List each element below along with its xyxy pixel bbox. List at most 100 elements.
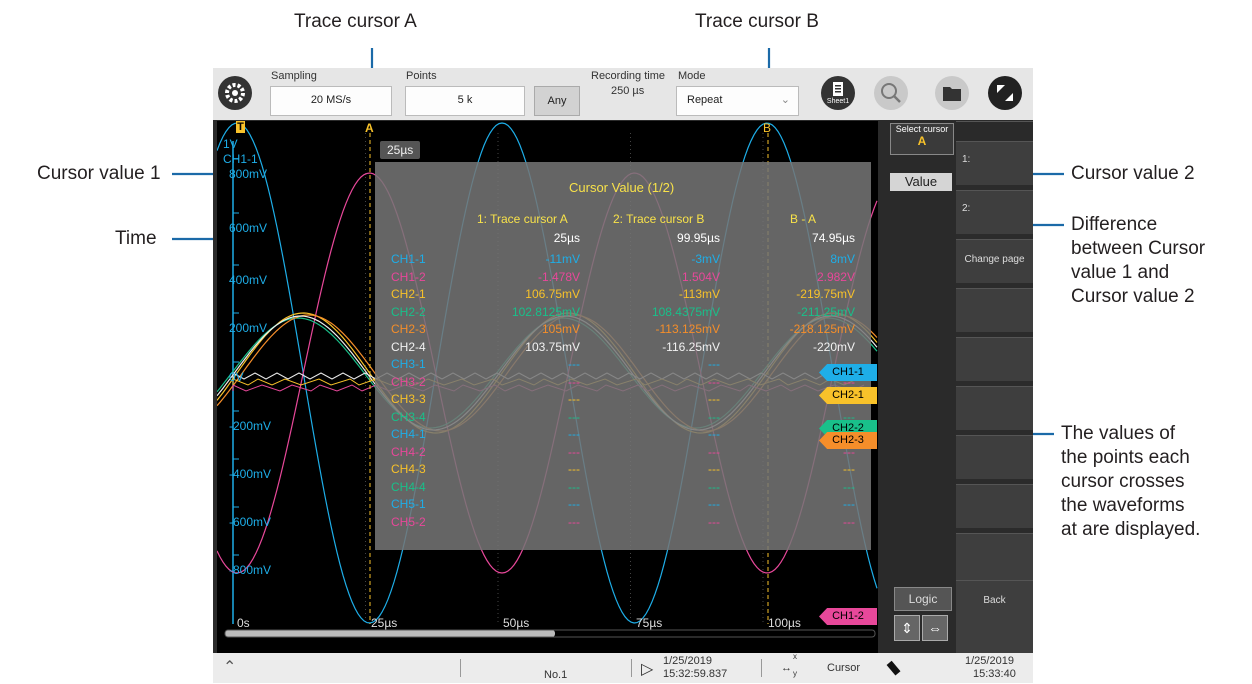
y-label: -400mV — [229, 467, 272, 481]
channel-tag[interactable]: CH1-1 — [819, 364, 877, 381]
select-cursor-value: A — [917, 134, 927, 148]
row-value-b: --- — [708, 444, 720, 459]
folder-icon — [943, 87, 961, 101]
time-annotation: Time — [115, 228, 157, 249]
trace-cursor-b-annotation: Trace cursor B — [695, 11, 819, 32]
col-header-diff: B - A — [790, 212, 817, 226]
row-value-diff: -211.25mV — [797, 304, 855, 319]
trigger-time: 15:32:59.837 — [663, 668, 728, 680]
row-channel: CH4-3 — [391, 462, 426, 476]
logic-button[interactable]: Logic — [894, 587, 952, 611]
row-channel: CH2-1 — [391, 287, 426, 301]
points-field[interactable]: 5 k — [405, 86, 525, 116]
row-channel: CH5-2 — [391, 514, 426, 529]
row-value-a: --- — [568, 444, 580, 459]
channel-tag[interactable]: CH1-2 — [819, 608, 877, 625]
change-page-button[interactable]: Change page — [956, 239, 1033, 283]
fkey-4[interactable] — [956, 288, 1033, 332]
x-label: 75µs — [636, 616, 663, 630]
expand-button[interactable] — [988, 76, 1022, 110]
recording-time-value: 250 µs — [611, 85, 645, 97]
row-value-b: -3mV — [691, 252, 720, 266]
cursor-a-marker[interactable]: A — [365, 121, 374, 135]
channel-tag[interactable]: CH2-3 — [819, 432, 877, 449]
row-channel: CH2-4 — [391, 339, 426, 354]
y-label: 400mV — [229, 273, 268, 287]
row-value-a: --- — [568, 462, 580, 476]
row-channel: CH3-4 — [391, 409, 426, 424]
row-value-a: --- — [568, 409, 580, 424]
expand-icon — [997, 85, 1013, 101]
settings-button[interactable] — [218, 76, 252, 110]
row-value-b: --- — [708, 427, 720, 441]
row-value-diff: -219.75mV — [796, 287, 855, 301]
col-header-b: 2: Trace cursor B — [613, 212, 705, 226]
back-button[interactable]: Back — [956, 580, 1033, 653]
mode-select[interactable]: Repeat ⌄ — [676, 86, 799, 116]
divider — [761, 659, 762, 677]
sheet-label: Sheet1 — [826, 98, 850, 105]
toolbar: Sampling 20 MS/s Points 5 k Any Recordin… — [213, 68, 1033, 120]
time-b: 99.95µs — [677, 231, 720, 245]
fkey-6[interactable] — [956, 386, 1033, 430]
col-header-a: 1: Trace cursor A — [477, 212, 568, 226]
vertical-zoom-button[interactable]: ⇕ — [894, 615, 920, 641]
any-button[interactable]: Any — [534, 86, 580, 116]
fkey-5[interactable] — [956, 337, 1033, 381]
sheet-button[interactable]: Sheet1 — [821, 76, 855, 110]
row-value-b: --- — [708, 357, 720, 371]
fkey-spacer — [956, 121, 1033, 141]
fkey-9[interactable] — [956, 533, 1033, 580]
row-value-diff: --- — [843, 497, 855, 511]
cursor-b-marker[interactable]: B — [763, 121, 771, 135]
row-channel: CH4-1 — [391, 427, 426, 441]
cursor-value-2-annotation: Cursor value 2 — [1071, 163, 1195, 184]
row-value-b: --- — [708, 479, 720, 494]
x-label: 100µs — [768, 616, 801, 630]
row-value-diff: --- — [843, 479, 855, 494]
waveform-screen[interactable]: T A B 25µs 1V CH1-1 800mV 600mV 400mV 20… — [217, 121, 879, 653]
difference-annotation: Difference between Cursor value 1 and Curs… — [1071, 214, 1206, 307]
value-button[interactable]: Value — [890, 173, 952, 191]
cursor-mode-label[interactable]: Cursor — [827, 662, 860, 674]
fkey-2[interactable]: 2: — [956, 190, 1033, 234]
y-label: -600mV — [229, 515, 272, 529]
row-value-diff: 2.982V — [816, 269, 855, 284]
row-value-b: 108.4375mV — [651, 304, 720, 319]
horizontal-arrows-icon: ⇔ — [928, 620, 942, 636]
sampling-field[interactable]: 20 MS/s — [270, 86, 392, 116]
gear-icon — [225, 83, 245, 103]
fkey-7[interactable] — [956, 435, 1033, 479]
chevron-up-icon[interactable]: ⌃ — [223, 657, 236, 677]
trace-cursor-a-annotation: Trace cursor A — [294, 11, 417, 32]
y-label: -800mV — [229, 563, 272, 577]
row-value-a: --- — [568, 427, 580, 441]
channel-tag[interactable]: CH2-1 — [819, 387, 877, 404]
select-cursor-label: Select cursor — [895, 124, 949, 134]
fkey-8[interactable] — [956, 484, 1033, 528]
side-panel: Select cursor A Value Logic ⇕ ⇔ — [878, 121, 956, 653]
row-channel: CH4-4 — [391, 479, 426, 494]
row-value-diff: -220mV — [812, 339, 855, 354]
row-value-b: --- — [708, 462, 720, 476]
select-cursor-button[interactable]: Select cursor A — [890, 123, 954, 155]
search-button[interactable] — [874, 76, 908, 110]
fkey-1[interactable]: 1: — [956, 141, 1033, 185]
x-label: 0s — [237, 616, 250, 630]
horizontal-zoom-button[interactable]: ⇔ — [922, 615, 948, 641]
row-value-a: --- — [568, 392, 580, 406]
divider — [460, 659, 461, 677]
row-value-b: -116.25mV — [662, 339, 720, 354]
y-label: 0V — [229, 370, 244, 384]
row-value-b: --- — [708, 514, 720, 529]
row-value-a: --- — [568, 374, 580, 389]
clock-time: 15:33:40 — [973, 668, 1016, 680]
status-bar: ⌃ No.1 ▷ 1/25/2019 15:32:59.837 x y ↔ Cu… — [213, 652, 1033, 683]
row-value-b: --- — [708, 497, 720, 511]
folder-button[interactable] — [935, 76, 969, 110]
mode-label: Mode — [678, 70, 706, 82]
cursor-time-badge: 25µs — [380, 141, 421, 159]
chevron-down-icon: ⌄ — [780, 94, 790, 106]
y-label: 800mV — [229, 167, 268, 181]
y-label: -200mV — [229, 419, 272, 433]
